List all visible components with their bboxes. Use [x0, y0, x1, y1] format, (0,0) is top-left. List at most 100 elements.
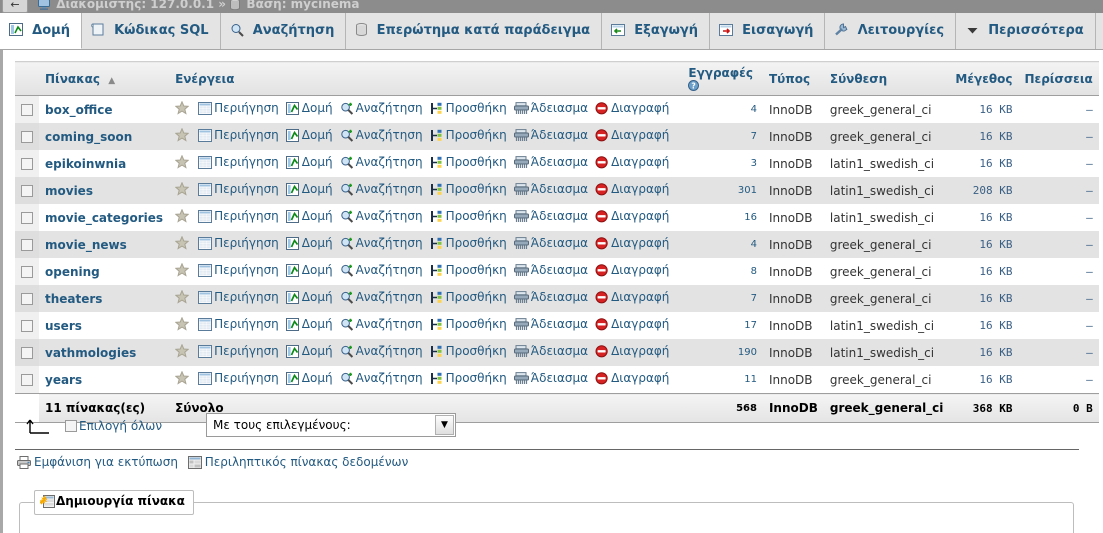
action-drop[interactable]: Διαγραφή — [595, 263, 669, 277]
table-name-cell[interactable]: users — [39, 312, 170, 339]
action-empty[interactable]: Άδειασμα — [513, 317, 588, 331]
tab-search[interactable]: Αναζήτηση — [221, 13, 347, 49]
chevron-down-icon[interactable]: ▼ — [435, 415, 454, 435]
action-empty[interactable]: Άδειασμα — [513, 344, 588, 358]
row-checkbox-cell[interactable] — [15, 231, 39, 258]
action-browse[interactable]: Περιήγηση — [198, 155, 279, 169]
action-search[interactable]: Αναζήτηση — [340, 236, 423, 250]
action-browse[interactable]: Περιήγηση — [198, 317, 279, 331]
row-checkbox[interactable] — [21, 292, 33, 305]
action-empty[interactable]: Άδειασμα — [513, 155, 588, 169]
action-structure[interactable]: Δομή — [285, 263, 333, 277]
tab-more[interactable]: Περισσότερα — [956, 13, 1096, 49]
breadcrumb-server[interactable]: Διακομιστής: 127.0.0.1 — [56, 0, 214, 11]
header-type[interactable]: Τύπος — [762, 61, 824, 96]
action-drop[interactable]: Διαγραφή — [595, 371, 669, 385]
tab-structure[interactable]: Δομή — [0, 13, 82, 49]
action-structure[interactable]: Δομή — [285, 155, 333, 169]
header-collation[interactable]: Σύνθεση — [823, 61, 950, 96]
action-star[interactable] — [175, 371, 191, 385]
row-checkbox[interactable] — [21, 373, 33, 386]
action-structure[interactable]: Δομή — [285, 128, 333, 142]
action-browse[interactable]: Περιήγηση — [198, 236, 279, 250]
help-icon[interactable]: ? — [688, 80, 757, 91]
action-drop[interactable]: Διαγραφή — [595, 182, 669, 196]
action-insert[interactable]: Προσθήκη — [430, 155, 507, 169]
row-checkbox[interactable] — [21, 157, 33, 170]
row-checkbox-cell[interactable] — [15, 150, 39, 177]
row-checkbox[interactable] — [21, 346, 33, 359]
action-star[interactable] — [175, 128, 191, 142]
action-browse[interactable]: Περιήγηση — [198, 209, 279, 223]
action-star[interactable] — [175, 344, 191, 358]
row-checkbox-cell[interactable] — [15, 95, 39, 123]
action-drop[interactable]: Διαγραφή — [595, 209, 669, 223]
action-insert[interactable]: Προσθήκη — [430, 209, 507, 223]
action-insert[interactable]: Προσθήκη — [430, 236, 507, 250]
row-checkbox[interactable] — [21, 319, 33, 332]
action-star[interactable] — [175, 263, 191, 277]
table-name-cell[interactable]: movie_categories — [39, 204, 170, 231]
action-browse[interactable]: Περιήγηση — [198, 101, 279, 115]
action-search[interactable]: Αναζήτηση — [340, 290, 423, 304]
action-insert[interactable]: Προσθήκη — [430, 263, 507, 277]
back-button[interactable]: ← — [2, 0, 28, 13]
action-drop[interactable]: Διαγραφή — [595, 344, 669, 358]
row-checkbox[interactable] — [21, 238, 33, 251]
action-search[interactable]: Αναζήτηση — [340, 263, 423, 277]
action-browse[interactable]: Περιήγηση — [198, 128, 279, 142]
action-drop[interactable]: Διαγραφή — [595, 155, 669, 169]
row-checkbox-cell[interactable] — [15, 339, 39, 366]
table-name-cell[interactable]: movie_news — [39, 231, 170, 258]
action-structure[interactable]: Δομή — [285, 344, 333, 358]
header-size[interactable]: Μέγεθος — [949, 61, 1019, 96]
action-empty[interactable]: Άδειασμα — [513, 371, 588, 385]
row-checkbox[interactable] — [21, 103, 33, 116]
action-drop[interactable]: Διαγραφή — [595, 236, 669, 250]
row-checkbox-cell[interactable] — [15, 285, 39, 312]
action-insert[interactable]: Προσθήκη — [430, 344, 507, 358]
row-checkbox-cell[interactable] — [15, 366, 39, 394]
table-name-cell[interactable]: opening — [39, 258, 170, 285]
with-selected-dropdown[interactable]: Με τους επιλεγμένους: ▼ — [206, 413, 456, 437]
action-empty[interactable]: Άδειασμα — [513, 182, 588, 196]
action-insert[interactable]: Προσθήκη — [430, 371, 507, 385]
row-checkbox-cell[interactable] — [15, 123, 39, 150]
create-table-legend[interactable]: Δημιουργία πίνακα — [34, 490, 194, 515]
action-insert[interactable]: Προσθήκη — [430, 317, 507, 331]
row-checkbox[interactable] — [21, 211, 33, 224]
header-rows[interactable]: Εγγραφές ? — [682, 61, 763, 96]
tab-export[interactable]: Εξαγωγή — [602, 13, 711, 49]
action-empty[interactable]: Άδειασμα — [513, 101, 588, 115]
row-checkbox[interactable] — [21, 130, 33, 143]
header-overhead[interactable]: Περίσσεια — [1018, 61, 1099, 96]
action-search[interactable]: Αναζήτηση — [340, 155, 423, 169]
action-empty[interactable]: Άδειασμα — [513, 263, 588, 277]
action-insert[interactable]: Προσθήκη — [430, 101, 507, 115]
action-browse[interactable]: Περιήγηση — [198, 344, 279, 358]
action-structure[interactable]: Δομή — [285, 236, 333, 250]
action-drop[interactable]: Διαγραφή — [595, 317, 669, 331]
action-star[interactable] — [175, 182, 191, 196]
action-star[interactable] — [175, 290, 191, 304]
action-search[interactable]: Αναζήτηση — [340, 209, 423, 223]
action-structure[interactable]: Δομή — [285, 317, 333, 331]
row-checkbox[interactable] — [21, 265, 33, 278]
table-name-cell[interactable]: movies — [39, 177, 170, 204]
select-all-checkbox[interactable] — [65, 420, 77, 432]
tab-operations[interactable]: Λειτουργίες — [825, 13, 957, 49]
action-star[interactable] — [175, 317, 191, 331]
action-empty[interactable]: Άδειασμα — [513, 290, 588, 304]
header-table[interactable]: Πίνακας ▲ — [39, 61, 170, 96]
action-structure[interactable]: Δομή — [285, 290, 333, 304]
action-search[interactable]: Αναζήτηση — [340, 128, 423, 142]
table-name-cell[interactable]: box_office — [39, 95, 170, 123]
action-browse[interactable]: Περιήγηση — [198, 263, 279, 277]
action-drop[interactable]: Διαγραφή — [595, 128, 669, 142]
tab-query-by-example[interactable]: Επερώτημα κατά παράδειγμα — [346, 13, 603, 49]
action-browse[interactable]: Περιήγηση — [198, 182, 279, 196]
select-all-control[interactable]: Επιλογή όλων — [65, 419, 162, 433]
action-insert[interactable]: Προσθήκη — [430, 290, 507, 304]
action-insert[interactable]: Προσθήκη — [430, 128, 507, 142]
table-name-cell[interactable]: coming_soon — [39, 123, 170, 150]
